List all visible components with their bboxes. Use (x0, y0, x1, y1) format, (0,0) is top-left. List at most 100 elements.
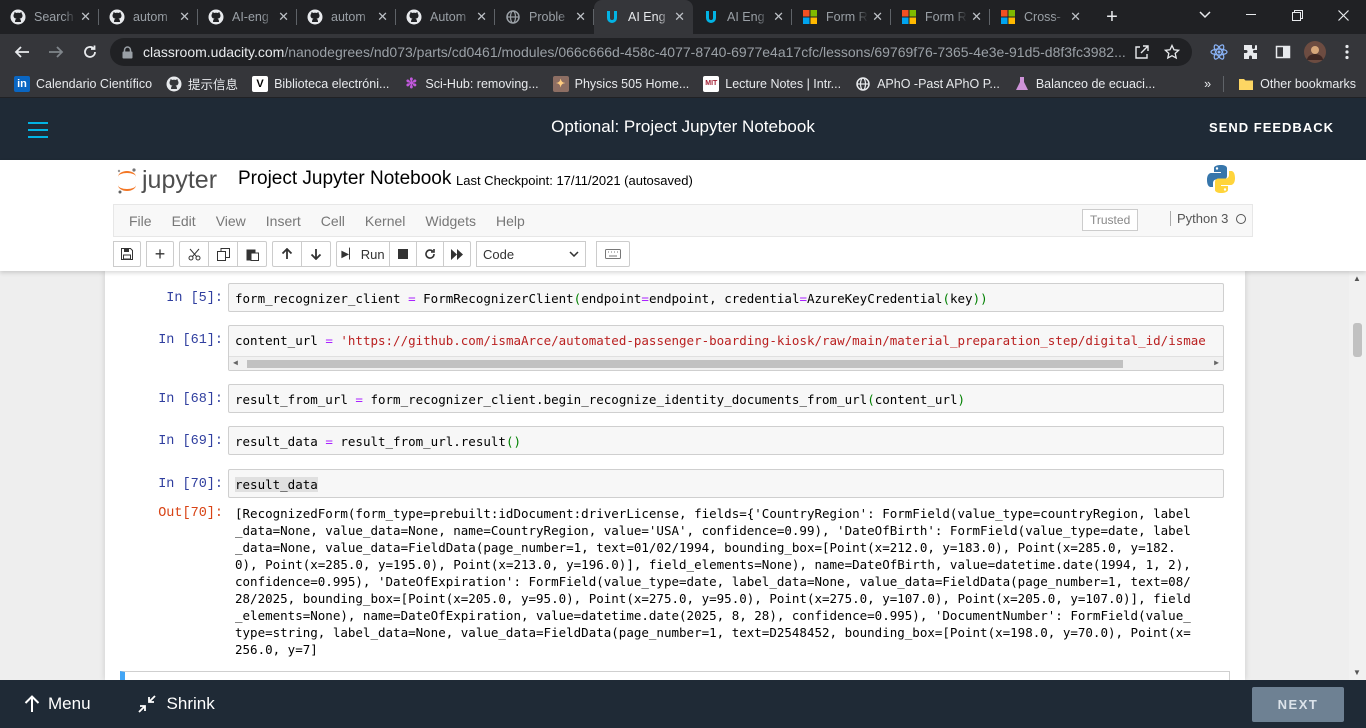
cell-input[interactable]: result_data = result_from_url.result() (228, 426, 1224, 455)
run-button[interactable]: ▶▏ Run (336, 241, 390, 267)
browser-tab[interactable]: Form R ✕ (891, 0, 990, 34)
browser-tab[interactable]: Autom ✕ (396, 0, 495, 34)
cut-icon[interactable] (179, 241, 209, 267)
menu-widgets[interactable]: Widgets (425, 213, 476, 229)
trusted-badge[interactable]: Trusted (1082, 209, 1139, 231)
kernel-status-icon (1236, 214, 1246, 224)
minimize-icon[interactable] (1228, 0, 1274, 30)
bookmark-item[interactable]: ✦ Physics 505 Home... (552, 75, 689, 92)
browser-toolbar: classroom.udacity.com/nanodegrees/nd073/… (0, 34, 1366, 70)
close-tab-icon[interactable]: ✕ (773, 9, 784, 25)
menu-insert[interactable]: Insert (266, 213, 301, 229)
microsoft-icon (901, 9, 917, 25)
tab-title: Proble (529, 10, 566, 24)
save-icon[interactable] (113, 241, 141, 267)
globe-icon (505, 9, 521, 25)
send-feedback-button[interactable]: SEND FEEDBACK (1209, 120, 1334, 135)
close-tab-icon[interactable]: ✕ (575, 9, 586, 25)
address-bar[interactable]: classroom.udacity.com/nanodegrees/nd073/… (110, 38, 1192, 66)
menu-kernel[interactable]: Kernel (365, 213, 405, 229)
bookmark-item[interactable]: 提示信息 (166, 74, 238, 93)
share-icon[interactable] (1134, 44, 1150, 60)
insert-cell-icon[interactable]: + (146, 241, 174, 267)
close-tab-icon[interactable]: ✕ (476, 9, 487, 25)
copy-icon[interactable] (208, 241, 238, 267)
browser-tab[interactable]: AI-eng ✕ (198, 0, 297, 34)
close-tab-icon[interactable]: ✕ (971, 9, 982, 25)
bookmark-item[interactable]: ✻ Sci-Hub: removing... (403, 75, 539, 92)
close-window-icon[interactable] (1320, 0, 1366, 30)
cell-input[interactable]: form_recognizer_client = FormRecognizerC… (228, 283, 1224, 312)
close-tab-icon[interactable]: ✕ (80, 9, 91, 25)
extensions-icon[interactable] (1236, 37, 1266, 67)
tab-search-icon[interactable] (1182, 0, 1228, 30)
close-tab-icon[interactable]: ✕ (179, 9, 190, 25)
bookmarks-overflow-button[interactable]: » (1204, 77, 1211, 91)
next-code-cell[interactable] (120, 671, 1230, 680)
browser-tab[interactable]: autom ✕ (297, 0, 396, 34)
menu-button[interactable]: Menu (24, 694, 91, 714)
forward-icon[interactable] (41, 37, 71, 67)
browser-tab[interactable]: Form R ✕ (792, 0, 891, 34)
horizontal-scrollbar[interactable]: ◀ ▶ (229, 356, 1223, 370)
close-tab-icon[interactable]: ✕ (674, 9, 685, 25)
browser-menu-icon[interactable] (1332, 37, 1362, 67)
browser-tab[interactable]: Search ✕ (0, 0, 99, 34)
close-tab-icon[interactable]: ✕ (278, 9, 289, 25)
notebook-scroll-area[interactable]: In [5]: form_recognizer_client = FormRec… (0, 271, 1366, 680)
other-bookmarks[interactable]: Other bookmarks (1238, 76, 1356, 92)
browser-tab[interactable]: Cross- ✕ (990, 0, 1089, 34)
microsoft-icon (1000, 9, 1016, 25)
menu-cell[interactable]: Cell (321, 213, 345, 229)
menu-file[interactable]: File (129, 213, 152, 229)
vertical-scrollbar[interactable]: ▲ ▼ (1349, 271, 1366, 680)
scrollbar-thumb[interactable] (1353, 323, 1362, 357)
shrink-button[interactable]: Shrink (137, 694, 215, 714)
page-title: Optional: Project Jupyter Notebook (551, 117, 815, 136)
bookmark-label: Balanceo de ecuaci... (1035, 76, 1156, 91)
move-down-icon[interactable] (301, 241, 331, 267)
browser-tab[interactable]: Proble ✕ (495, 0, 594, 34)
bookmark-item[interactable]: V Biblioteca electróni... (252, 75, 389, 92)
restart-icon[interactable] (416, 241, 444, 267)
bookmark-item[interactable]: Balanceo de ecuaci... (1014, 76, 1156, 92)
move-up-icon[interactable] (272, 241, 302, 267)
side-panel-icon[interactable] (1268, 37, 1298, 67)
paste-icon[interactable] (237, 241, 267, 267)
close-tab-icon[interactable]: ✕ (1070, 9, 1081, 25)
cell-type-select[interactable]: Code (476, 241, 586, 267)
menu-label: Menu (48, 694, 91, 713)
close-tab-icon[interactable]: ✕ (872, 9, 883, 25)
reload-icon[interactable] (75, 37, 105, 67)
browser-tab[interactable]: AI Eng ✕ (693, 0, 792, 34)
cell-output: [RecognizedForm(form_type=prebuilt:idDoc… (235, 506, 1191, 657)
cell-input[interactable]: result_from_url = form_recognizer_client… (228, 384, 1224, 413)
react-devtools-icon[interactable] (1204, 37, 1234, 67)
menu-edit[interactable]: Edit (172, 213, 196, 229)
browser-tab[interactable]: autom ✕ (99, 0, 198, 34)
restore-icon[interactable] (1274, 0, 1320, 30)
classroom-header: Optional: Project Jupyter Notebook SEND … (0, 98, 1366, 160)
bookmark-star-icon[interactable] (1164, 44, 1180, 60)
back-icon[interactable] (7, 37, 37, 67)
bookmark-item[interactable]: MIT Lecture Notes | Intr... (703, 75, 841, 92)
interrupt-icon[interactable] (389, 241, 417, 267)
notebook-name[interactable]: Project Jupyter Notebook (238, 168, 451, 190)
profile-avatar[interactable] (1300, 37, 1330, 67)
menu-help[interactable]: Help (496, 213, 525, 229)
bookmark-item[interactable]: in Calendario Científico (14, 75, 152, 92)
command-palette-icon[interactable] (596, 241, 630, 267)
cell-input[interactable]: content_url = 'https://github.com/ismaAr… (228, 325, 1224, 371)
new-tab-button[interactable]: + (1095, 0, 1129, 34)
browser-tab-active[interactable]: AI Eng ✕ (594, 0, 693, 34)
scrollbar-thumb[interactable] (247, 360, 1123, 368)
bookmark-item[interactable]: APhO -Past APhO P... (855, 76, 1000, 92)
jupyter-logo[interactable]: jupyter (116, 166, 217, 195)
menu-view[interactable]: View (216, 213, 246, 229)
next-button[interactable]: NEXT (1252, 687, 1344, 722)
other-bookmarks-label: Other bookmarks (1260, 76, 1356, 91)
cell-input[interactable]: result_data (228, 469, 1224, 498)
restart-run-all-icon[interactable] (443, 241, 471, 267)
close-tab-icon[interactable]: ✕ (377, 9, 388, 25)
udacity-icon (703, 9, 719, 25)
